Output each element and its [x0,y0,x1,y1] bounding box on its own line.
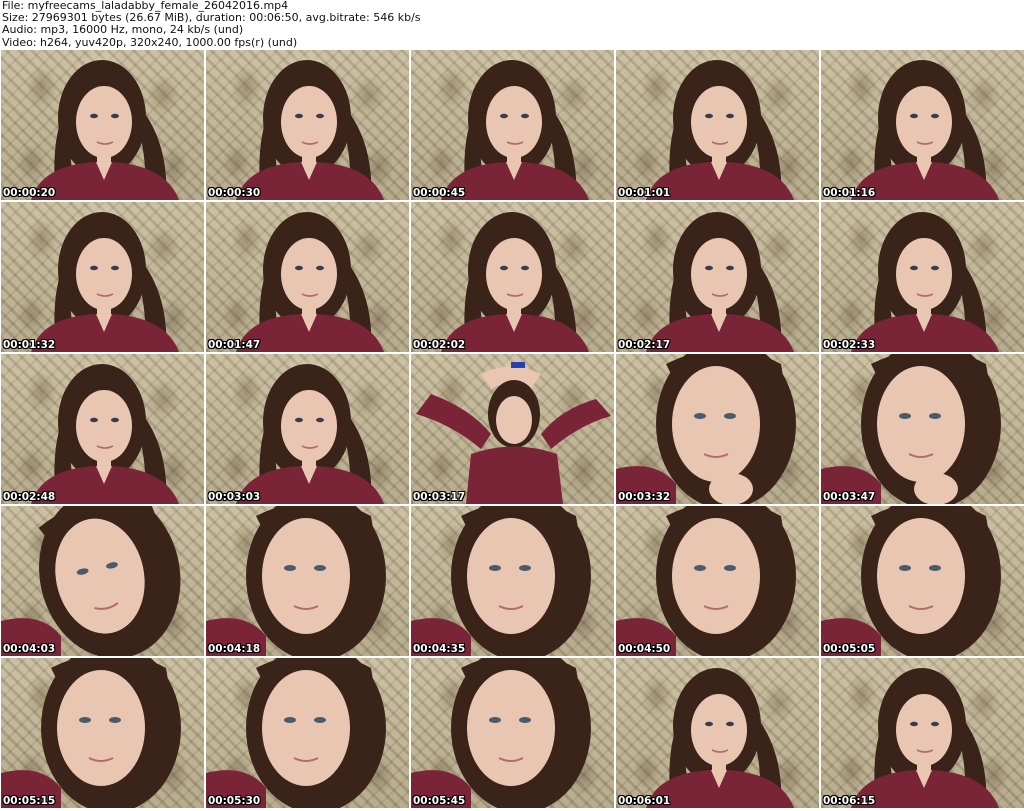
video-thumbnail: 00:04:03 [1,506,204,656]
frame-timestamp: 00:03:03 [208,491,261,503]
video-frame [441,60,589,200]
video-thumbnail: 00:05:30 [206,658,409,808]
video-frame [821,354,1001,504]
video-thumbnail: 00:02:48 [1,354,204,504]
video-frame [646,60,794,200]
video-frame [821,506,1001,656]
frame-timestamp: 00:04:35 [413,643,466,655]
video-frame [411,658,591,808]
frame-timestamp: 00:00:30 [208,187,261,199]
video-thumbnail: 00:01:47 [206,202,409,352]
video-thumbnail: 00:02:02 [411,202,614,352]
video-thumbnail: 00:05:15 [1,658,204,808]
video-thumbnail: 00:03:03 [206,354,409,504]
video-frame [851,60,999,200]
video-thumbnail: 00:04:18 [206,506,409,656]
video-thumbnail: 00:02:33 [821,202,1024,352]
video-thumbnail: 00:01:32 [1,202,204,352]
video-thumbnail: 00:03:17 [411,354,614,504]
video-thumbnail: 00:01:16 [821,50,1024,200]
frame-timestamp: 00:02:17 [618,339,671,351]
video-frame [616,506,796,656]
video-frame [206,506,386,656]
video-frame [851,668,999,808]
video-thumbnail: 00:05:05 [821,506,1024,656]
frame-timestamp: 00:06:15 [823,795,876,807]
video-frame [646,668,794,808]
frame-timestamp: 00:03:47 [823,491,876,503]
frame-timestamp: 00:03:17 [413,491,466,503]
frame-timestamp: 00:01:47 [208,339,261,351]
video-frame [416,362,611,504]
video-thumbnail: 00:02:17 [616,202,819,352]
video-thumbnail: 00:01:01 [616,50,819,200]
video-thumbnail: 00:00:20 [1,50,204,200]
video-frame [616,354,796,504]
video-frame [31,364,179,504]
video-thumbnail: 00:04:35 [411,506,614,656]
frame-timestamp: 00:05:05 [823,643,876,655]
frame-timestamp: 00:02:48 [3,491,56,503]
frame-timestamp: 00:00:20 [3,187,56,199]
frame-timestamp: 00:06:01 [618,795,671,807]
video-frame [646,212,794,352]
audio-info-line: Audio: mp3, 16000 Hz, mono, 24 kb/s (und… [2,23,244,37]
video-thumbnail: 00:03:32 [616,354,819,504]
metadata-header: File: myfreecams_laladabby_female_260420… [0,0,1024,50]
frame-timestamp: 00:02:02 [413,339,466,351]
frame-timestamp: 00:04:18 [208,643,261,655]
frame-timestamp: 00:04:03 [3,643,56,655]
thumbnail-grid: 00:00:20 00:00:30 00:00:45 00:01:01 00:0… [0,50,1024,811]
frame-timestamp: 00:05:45 [413,795,466,807]
video-frame [236,212,384,352]
video-frame [1,506,181,656]
frame-timestamp: 00:01:32 [3,339,56,351]
video-frame [31,60,179,200]
video-info-line: Video: h264, yuv420p, 320x240, 1000.00 f… [2,35,298,49]
frame-timestamp: 00:01:16 [823,187,876,199]
frame-timestamp: 00:01:01 [618,187,671,199]
video-thumbnail: 00:03:47 [821,354,1024,504]
video-frame [31,212,179,352]
video-thumbnail: 00:06:15 [821,658,1024,808]
video-frame [236,60,384,200]
frame-timestamp: 00:03:32 [618,491,671,503]
frame-timestamp: 00:05:30 [208,795,261,807]
video-thumbnail: 00:05:45 [411,658,614,808]
video-frame [411,506,591,656]
video-frame [236,364,384,504]
frame-timestamp: 00:04:50 [618,643,671,655]
frame-timestamp: 00:00:45 [413,187,466,199]
video-thumbnail: 00:04:50 [616,506,819,656]
video-frame [441,212,589,352]
video-frame [206,658,386,808]
frame-timestamp: 00:02:33 [823,339,876,351]
frame-timestamp: 00:05:15 [3,795,56,807]
video-frame [851,212,999,352]
video-thumbnail: 00:00:30 [206,50,409,200]
video-frame [1,658,181,808]
video-thumbnail: 00:00:45 [411,50,614,200]
video-thumbnail: 00:06:01 [616,658,819,808]
